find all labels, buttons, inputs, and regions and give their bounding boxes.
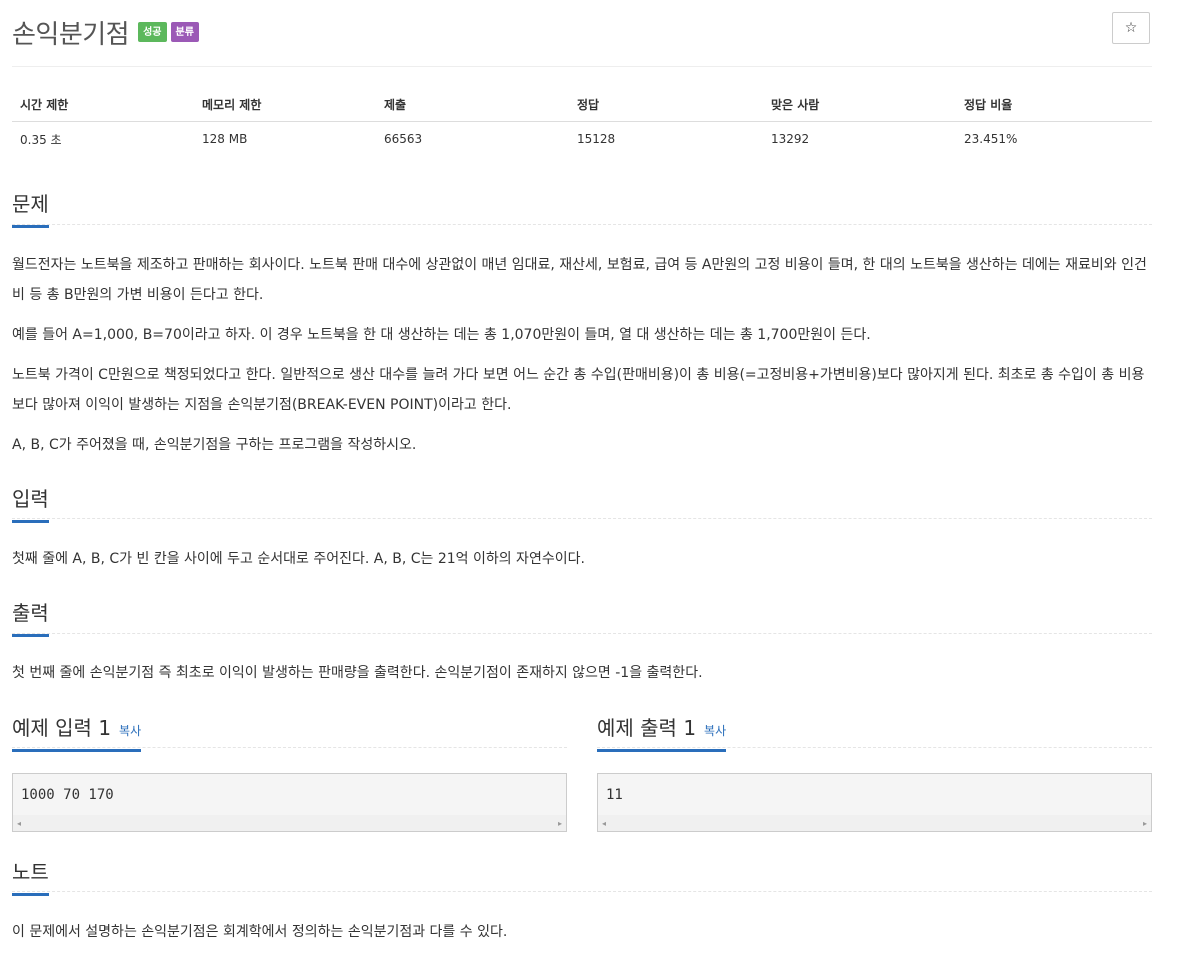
section-input-title: 입력	[12, 483, 49, 523]
value-submissions[interactable]: 66563	[376, 122, 569, 157]
header-memory-limit: 메모리 제한	[194, 88, 376, 122]
copy-sample-input-button[interactable]: 복사	[119, 724, 141, 738]
info-value-row: 0.35 초 128 MB 66563 15128 13292 23.451%	[12, 122, 1152, 157]
copy-sample-output-button[interactable]: 복사	[704, 724, 726, 738]
header-solved-users: 맞은 사람	[763, 88, 956, 122]
problem-page: 손익분기점 성공 분류 ☆ 시간 제한 메모리 제한 제출 정답 맞은 사람 정…	[0, 0, 1179, 953]
sample-output-title: 예제 출력 1	[597, 716, 697, 740]
description-paragraph-4: A, B, C가 주어졌을 때, 손익분기점을 구하는 프로그램을 작성하시오.	[12, 437, 417, 453]
sample-output-title-wrap: 예제 출력 1 복사	[597, 712, 727, 752]
section-description-title: 문제	[12, 188, 49, 228]
header-accept-ratio: 정답 비율	[956, 88, 1152, 122]
section-description-heading: 문제	[12, 188, 49, 228]
value-solved-users[interactable]: 13292	[763, 122, 956, 157]
header-accepted: 정답	[569, 88, 763, 122]
sample-output-box[interactable]: 11 ◂ ▸	[597, 773, 1152, 832]
section-output-heading: 출력	[12, 597, 49, 637]
sample-input-box[interactable]: 1000 70 170 ◂ ▸	[12, 773, 567, 832]
output-description: 첫 번째 줄에 손익분기점 즉 최초로 이익이 발생하는 판매량을 출력한다. …	[12, 665, 703, 681]
description-paragraph-1: 월드전자는 노트북을 제조하고 판매하는 회사이다. 노트북 판매 대수에 상관…	[12, 257, 1147, 303]
section-note-title: 노트	[12, 856, 49, 896]
sample-output-rule	[597, 747, 1152, 748]
section-note-rule	[12, 891, 1152, 892]
scroll-right-arrow-icon[interactable]: ▸	[558, 819, 562, 828]
section-output-rule	[12, 633, 1152, 634]
star-icon: ☆	[1124, 20, 1138, 36]
sample-input-rule	[12, 747, 567, 748]
scroll-right-arrow-icon[interactable]: ▸	[1143, 819, 1147, 828]
value-memory-limit: 128 MB	[202, 132, 248, 146]
sample-output-scrollbar[interactable]: ◂ ▸	[598, 815, 1151, 831]
value-accept-ratio: 23.451%	[964, 132, 1018, 146]
scroll-left-arrow-icon[interactable]: ◂	[602, 819, 606, 828]
title-divider	[12, 66, 1152, 67]
section-description-rule	[12, 224, 1152, 225]
header-submissions: 제출	[376, 88, 569, 122]
sample-output-code: 11	[606, 787, 623, 803]
scroll-left-arrow-icon[interactable]: ◂	[17, 819, 21, 828]
note-description: 이 문제에서 설명하는 손익분기점은 회계학에서 정의하는 손익분기점과 다를 …	[12, 924, 508, 940]
category-badge[interactable]: 분류	[170, 22, 199, 42]
value-accepted: 15128	[577, 132, 616, 146]
sample-input-heading: 예제 입력 1 복사	[12, 712, 142, 752]
status-badge-success: 성공	[138, 22, 167, 42]
section-note-heading: 노트	[12, 856, 49, 896]
input-description: 첫째 줄에 A, B, C가 빈 칸을 사이에 두고 순서대로 주어진다. A,…	[12, 551, 585, 567]
value-time-limit: 0.35 초	[20, 132, 62, 147]
sample-input-title: 예제 입력 1	[12, 716, 112, 740]
sample-output-heading: 예제 출력 1 복사	[597, 712, 727, 752]
favorite-button[interactable]: ☆	[1112, 12, 1150, 44]
problem-header: 손익분기점 성공 분류	[12, 12, 199, 52]
sample-input-title-wrap: 예제 입력 1 복사	[12, 712, 142, 752]
problem-title: 손익분기점	[12, 19, 130, 50]
sample-input-scrollbar[interactable]: ◂ ▸	[13, 815, 566, 831]
problem-info-table: 시간 제한 메모리 제한 제출 정답 맞은 사람 정답 비율 0.35 초 12…	[12, 88, 1152, 156]
info-header-row: 시간 제한 메모리 제한 제출 정답 맞은 사람 정답 비율	[12, 88, 1152, 122]
section-input-rule	[12, 518, 1152, 519]
description-paragraph-2: 예를 들어 A=1,000, B=70이라고 하자. 이 경우 노트북을 한 대…	[12, 327, 871, 343]
section-input-heading: 입력	[12, 483, 49, 523]
sample-input-code: 1000 70 170	[21, 787, 114, 803]
description-paragraph-3: 노트북 가격이 C만원으로 책정되었다고 한다. 일반적으로 생산 대수를 늘려…	[12, 367, 1145, 413]
header-time-limit: 시간 제한	[12, 88, 194, 122]
section-output-title: 출력	[12, 597, 49, 637]
